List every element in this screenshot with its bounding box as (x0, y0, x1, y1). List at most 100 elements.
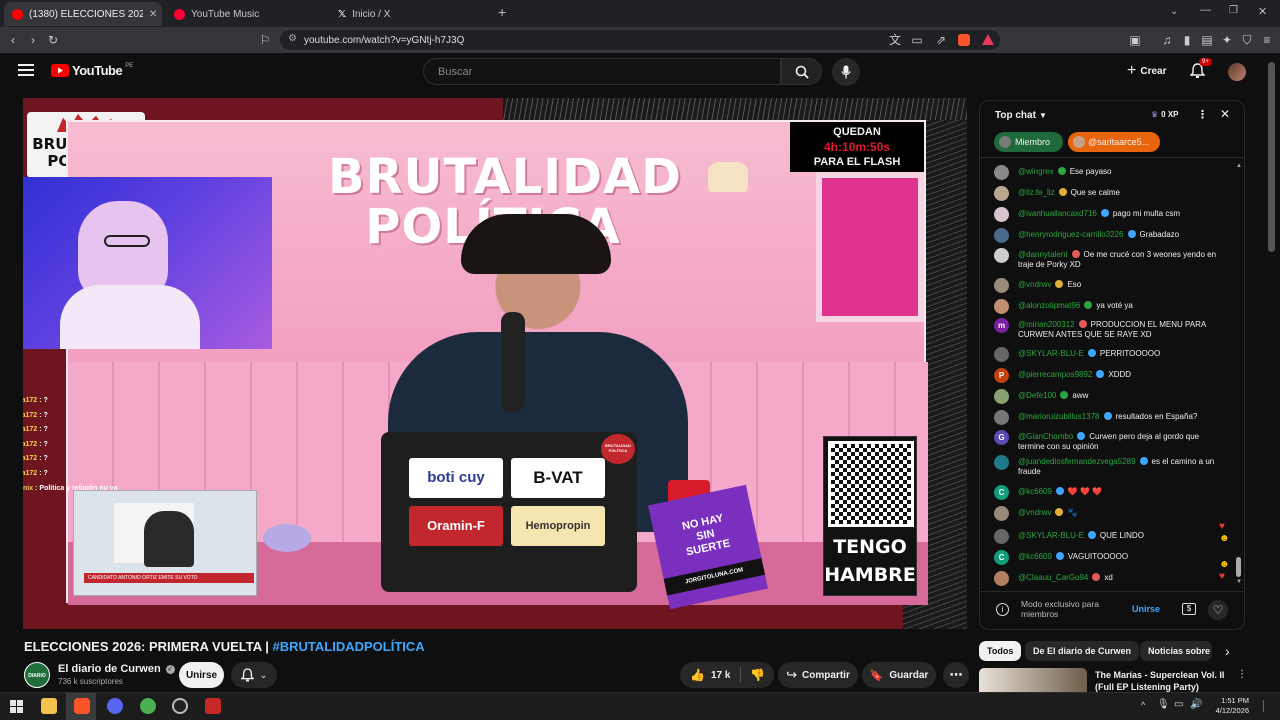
leo-ai-icon[interactable]: ✦ (1218, 27, 1236, 53)
chat-author[interactable]: @pierrecampos9892 (1018, 370, 1092, 379)
microphone-tray-icon[interactable]: 🎙 (1157, 699, 1170, 710)
user-chip[interactable]: @saritaarce5... (1068, 132, 1160, 152)
save-button[interactable]: 🔖 Guardar (862, 662, 936, 688)
hamburger-menu-icon[interactable] (18, 63, 34, 77)
info-icon[interactable]: i (996, 603, 1009, 616)
wallet-icon[interactable]: ▤ (1198, 27, 1216, 53)
sidebar-panel-icon[interactable]: ▣ (1126, 27, 1144, 53)
super-chat-icon[interactable]: $ (1182, 603, 1196, 615)
chat-join-button[interactable]: Unirse (1132, 604, 1160, 614)
bookmark-icon[interactable]: ⚐ (256, 27, 274, 53)
menu-icon[interactable]: ≡ (1258, 27, 1276, 53)
recommended-thumbnail[interactable] (979, 668, 1087, 692)
chat-author[interactable]: @juandediosfernandezvega5289 (1018, 457, 1136, 466)
brave-browser-icon[interactable] (74, 698, 90, 714)
page-scrollbar-thumb[interactable] (1268, 62, 1275, 252)
create-button[interactable]: + Crear (1127, 63, 1166, 79)
video-title-hashtag[interactable]: #BRUTALIDADPOLÍTICA (273, 639, 425, 654)
recommended-title[interactable]: The Marías - Superclean Vol. II (Full EP… (1095, 669, 1231, 692)
xp-indicator[interactable]: ♛ 0 XP (1151, 110, 1179, 119)
chat-author[interactable]: @wingrex (1018, 167, 1054, 176)
chat-author[interactable]: @kc6609 (1018, 552, 1052, 561)
chat-author[interactable]: @ivanhuallancaxd716 (1018, 209, 1097, 218)
tab-x[interactable]: 𝕏 Inicio / X (330, 2, 490, 26)
chat-author[interactable]: @dannytalent (1018, 250, 1068, 259)
chat-avatar[interactable]: C (994, 485, 1009, 500)
obs-icon[interactable] (172, 698, 188, 714)
brave-shields-icon[interactable] (958, 34, 970, 46)
chat-avatar[interactable] (994, 207, 1009, 222)
back-icon[interactable]: ‹ (4, 27, 22, 53)
chat-avatar[interactable] (994, 278, 1009, 293)
notifications-button[interactable]: 9+ (1190, 58, 1212, 79)
new-tab-icon[interactable]: + (498, 4, 506, 20)
app-icon[interactable] (140, 698, 156, 714)
search-button[interactable] (781, 58, 822, 85)
chat-avatar[interactable] (994, 571, 1009, 586)
network-icon[interactable]: ▭ (1174, 699, 1183, 710)
chat-avatar[interactable]: m (994, 318, 1009, 333)
share-button[interactable]: ↪ Compartir (778, 662, 858, 688)
chat-mode-dropdown[interactable]: Top chat ▼ (995, 110, 1047, 121)
chat-avatar[interactable] (994, 228, 1009, 243)
subscribed-bell-button[interactable]: ⌄ (231, 662, 277, 688)
chat-avatar[interactable] (994, 299, 1009, 314)
chat-author[interactable]: @alonzotipmat96 (1018, 301, 1080, 310)
chat-avatar[interactable] (994, 165, 1009, 180)
close-tab-icon[interactable]: ✕ (149, 9, 157, 20)
tab-youtube-music[interactable]: YouTube Music (166, 2, 326, 26)
chat-scrollbar-thumb[interactable] (1236, 557, 1241, 577)
chat-author[interactable]: @Claauu_CarGo94 (1018, 573, 1088, 582)
more-actions-button[interactable]: ⋯ (943, 662, 969, 688)
chat-author[interactable]: @mirian200312 (1018, 320, 1075, 329)
scroll-up-icon[interactable]: ▲ (1236, 163, 1242, 171)
close-chat-icon[interactable]: ✕ (1220, 107, 1230, 121)
voice-search-button[interactable] (832, 58, 860, 86)
recommended-menu-icon[interactable]: ⋮ (1237, 669, 1247, 680)
chat-author[interactable]: @henryrodriguez-carrillo3226 (1018, 230, 1124, 239)
chat-avatar[interactable] (994, 389, 1009, 404)
chat-avatar[interactable]: G (994, 430, 1009, 445)
chat-avatar[interactable] (994, 506, 1009, 521)
app-icon[interactable] (205, 698, 221, 714)
chat-avatar[interactable] (994, 347, 1009, 362)
forward-icon[interactable]: › (24, 27, 42, 53)
chips-next-icon[interactable]: › (1225, 643, 1230, 659)
video-player[interactable]: BRUTALIDAD POLÍTICA BRUTALIDAD POLÍTICA … (23, 98, 967, 629)
clock[interactable]: 1:51 PM 4/12/2026 (1205, 696, 1249, 716)
chat-avatar[interactable] (994, 410, 1009, 425)
chat-author[interactable]: @Defe100 (1018, 391, 1056, 400)
chat-author[interactable]: @SKYLAR-BLU-E (1018, 531, 1084, 540)
youtube-logo[interactable]: YouTube PE (51, 63, 133, 78)
tab-youtube-video[interactable]: (1380) ELECCIONES 2026: PRIME ✕ (4, 2, 162, 26)
chat-author[interactable]: @SKYLAR-BLU-E (1018, 349, 1084, 358)
search-input[interactable]: Buscar (423, 58, 781, 85)
brave-rewards-icon[interactable] (982, 34, 994, 45)
chat-author[interactable]: @liz.fe_liz (1018, 188, 1055, 197)
chip-all[interactable]: Todos (979, 641, 1022, 661)
volume-icon[interactable]: 🔊 (1190, 699, 1202, 710)
like-button[interactable]: 👍 17 k (690, 668, 730, 682)
channel-avatar[interactable]: DIARIO (24, 662, 50, 688)
tab-search-icon[interactable]: ⌄ (1170, 6, 1178, 17)
windows-start-icon[interactable] (10, 700, 23, 713)
show-desktop-button[interactable] (1263, 700, 1273, 712)
channel-name[interactable]: El diario de Curwen ✓ (58, 663, 175, 675)
dislike-button[interactable]: 👎 (750, 668, 765, 682)
cast-icon[interactable]: ▭ (908, 27, 926, 53)
vpn-icon[interactable]: ⛉ (1238, 27, 1256, 53)
chat-more-options-icon[interactable]: ⋮ (1197, 108, 1208, 121)
scroll-down-icon[interactable]: ▼ (1236, 579, 1242, 587)
chat-author[interactable]: @vndrwv (1018, 508, 1051, 517)
music-icon[interactable]: ♫ (1158, 27, 1176, 53)
chat-avatar[interactable]: C (994, 550, 1009, 565)
close-window-icon[interactable]: ✕ (1258, 5, 1267, 18)
file-explorer-icon[interactable] (41, 698, 57, 714)
chat-avatar[interactable]: P (994, 368, 1009, 383)
reload-icon[interactable]: ↻ (44, 27, 62, 53)
sidebar-toggle-icon[interactable]: ▮ (1178, 27, 1196, 53)
chat-avatar[interactable] (994, 529, 1009, 544)
chat-author[interactable]: @kc6609 (1018, 487, 1052, 496)
heart-reaction-button[interactable]: ♡ (1208, 600, 1228, 620)
show-hidden-icons-icon[interactable]: ^ (1141, 700, 1145, 710)
